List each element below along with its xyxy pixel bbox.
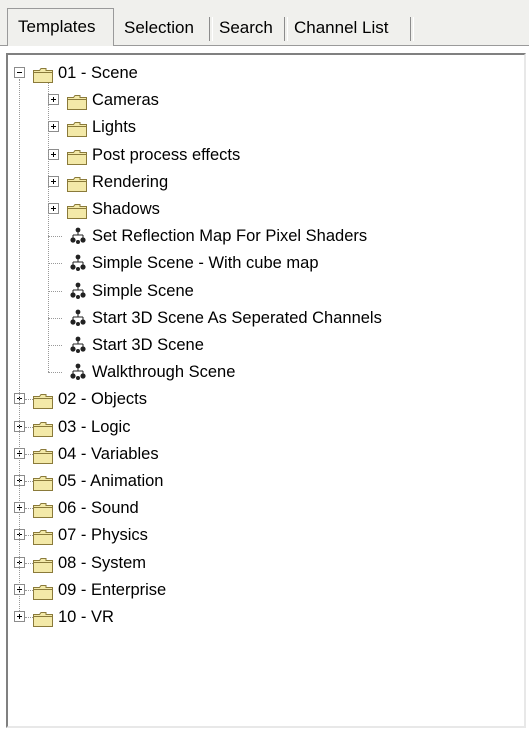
tree-subfolder-item[interactable]: Post process effects: [8, 142, 518, 168]
tree-template-item[interactable]: Start 3D Scene As Seperated Channels: [8, 305, 518, 331]
tree-item-label: 10 - VR: [58, 608, 114, 626]
tree-connector-line: [48, 345, 62, 346]
tree-item-label: Walkthrough Scene: [92, 363, 236, 382]
tree-connector-line: [48, 372, 62, 374]
tree-item-label: 02 - Objects: [58, 390, 147, 409]
tree-subfolder-item[interactable]: Shadows: [8, 196, 518, 222]
tree-connector-line: [48, 83, 49, 373]
tree-item-label: 04 - Variables: [58, 444, 159, 463]
tab-channel-list[interactable]: Channel List: [288, 13, 410, 43]
tree-folder-item[interactable]: 03 - Logic: [8, 414, 518, 440]
tree-item-label: Set Reflection Map For Pixel Shaders: [92, 227, 368, 246]
tree-connector-line: [25, 453, 33, 455]
expand-icon[interactable]: [48, 121, 59, 133]
tree-connector-line: [48, 290, 62, 292]
tree-item-label: 08 - System: [58, 553, 147, 572]
tree-connector-line: [25, 426, 33, 428]
template-icon: [69, 363, 87, 381]
tree-subfolder-item[interactable]: Cameras: [8, 87, 518, 113]
tree-connector-line: [25, 589, 33, 591]
tree-item-label: 06 - Sound: [58, 499, 139, 518]
tree-item-label: 09 - Enterprise: [58, 580, 167, 599]
tree-folder-scene[interactable]: 01 - Scene: [8, 60, 518, 86]
tree-connector-line: [25, 617, 33, 618]
tree-item-label: Simple Scene - With cube map: [92, 254, 319, 273]
tree-folder-item[interactable]: 09 - Enterprise: [8, 577, 518, 603]
folder-icon: [33, 446, 53, 464]
template-icon: [69, 227, 87, 245]
tree-folder-item[interactable]: 02 - Objects: [8, 386, 518, 412]
tree-item-label: Cameras: [92, 91, 159, 110]
tree-connector-line: [25, 562, 33, 564]
tree-item-label: Shadows: [92, 200, 160, 218]
tree-item-label: Start 3D Scene: [92, 336, 204, 354]
folder-icon: [33, 473, 53, 491]
tree-item-label: Start 3D Scene As Seperated Channels: [92, 308, 382, 327]
tab-selection[interactable]: Selection: [118, 13, 208, 43]
tree-connector-line: [48, 263, 62, 265]
tree-connector-line: [19, 79, 20, 611]
tree-template-item[interactable]: Simple Scene - With cube map: [8, 250, 518, 276]
folder-icon: [67, 174, 87, 192]
template-icon: [69, 309, 87, 327]
folder-icon: [33, 527, 53, 546]
tree-item-label: 03 - Logic: [58, 417, 131, 436]
tree-subfolder-item[interactable]: Lights: [8, 114, 518, 140]
tab-search[interactable]: Search: [213, 13, 281, 43]
template-tree[interactable]: 01 - Scene Cameras Lights Post process effe…: [8, 55, 524, 726]
tab-bar: Templates Selection Search Channel List: [0, 0, 529, 46]
folder-icon: [33, 555, 53, 573]
folder-icon: [67, 147, 87, 165]
tab-templates[interactable]: Templates: [7, 8, 114, 46]
tree-connector-line: [48, 317, 62, 319]
tree-template-item[interactable]: Start 3D Scene: [8, 332, 518, 358]
expand-icon[interactable]: [48, 148, 59, 160]
tree-subfolder-item[interactable]: Rendering: [8, 169, 518, 195]
tree-folder-item[interactable]: 04 - Variables: [8, 441, 518, 467]
folder-icon: [33, 582, 53, 600]
tree-connector-line: [25, 481, 33, 482]
tree-item-label: Simple Scene: [92, 281, 194, 300]
expand-icon[interactable]: [14, 611, 25, 622]
template-tree-panel[interactable]: 01 - Scene Cameras Lights Post process effe…: [6, 53, 526, 728]
tree-folder-item[interactable]: 06 - Sound: [8, 495, 518, 521]
tree-connector-line: [25, 508, 33, 510]
tree-template-item[interactable]: Walkthrough Scene: [8, 359, 518, 385]
tree-item-label: Lights: [92, 118, 137, 137]
expand-icon[interactable]: [48, 203, 59, 214]
tree-folder-item[interactable]: 05 - Animation: [8, 468, 518, 494]
folder-icon: [67, 92, 87, 111]
template-icon: [69, 282, 87, 300]
folder-icon: [33, 391, 53, 410]
tree-item-label: Rendering: [92, 172, 169, 191]
expand-icon[interactable]: [48, 175, 59, 187]
folder-icon: [33, 609, 53, 627]
collapse-icon[interactable]: [14, 67, 25, 78]
tab-separator: [410, 17, 414, 41]
tree-item-label: Post process effects: [92, 145, 241, 164]
folder-icon: [67, 119, 87, 138]
tree-folder-item[interactable]: 08 - System: [8, 550, 518, 576]
folder-icon: [33, 419, 53, 437]
folder-icon: [33, 65, 53, 83]
tree-item-label: 05 - Animation: [58, 472, 164, 490]
template-icon: [69, 254, 87, 272]
tree-connector-line: [48, 236, 62, 238]
folder-icon: [67, 201, 87, 219]
template-icon: [69, 336, 87, 354]
tree-connector-line: [25, 535, 33, 537]
tree-folder-item[interactable]: 10 - VR: [8, 604, 518, 630]
tree-folder-item[interactable]: 07 - Physics: [8, 522, 518, 548]
tree-item-label: 01 - Scene: [58, 64, 138, 82]
tree-template-item[interactable]: Set Reflection Map For Pixel Shaders: [8, 223, 518, 249]
tree-template-item[interactable]: Simple Scene: [8, 278, 518, 304]
tree-item-label: 07 - Physics: [58, 526, 148, 545]
expand-icon[interactable]: [48, 94, 59, 106]
folder-icon: [33, 500, 53, 519]
tree-connector-line: [25, 399, 33, 401]
